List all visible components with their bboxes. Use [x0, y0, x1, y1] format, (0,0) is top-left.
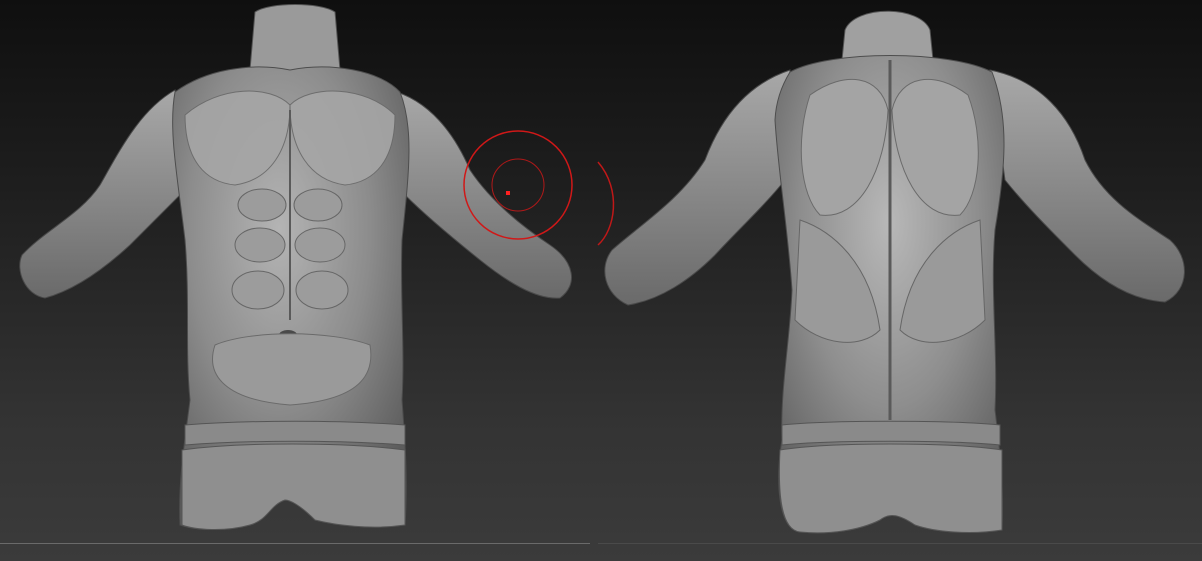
back-left-arm [604, 69, 791, 306]
torso-front-model[interactable] [19, 4, 572, 531]
3d-viewport[interactable] [0, 0, 1202, 561]
viewport-floor-line-right [598, 543, 1202, 544]
back-right-arm [989, 69, 1185, 303]
brush-inner-ring [491, 158, 545, 212]
brush-falloff-arc [597, 161, 615, 246]
front-left-arm [19, 89, 186, 299]
brush-center-dot [506, 191, 510, 195]
front-right-arm [389, 89, 572, 299]
torso-back-model[interactable] [604, 10, 1185, 534]
viewport-floor-line [0, 543, 590, 544]
brush-cursor [463, 130, 615, 246]
